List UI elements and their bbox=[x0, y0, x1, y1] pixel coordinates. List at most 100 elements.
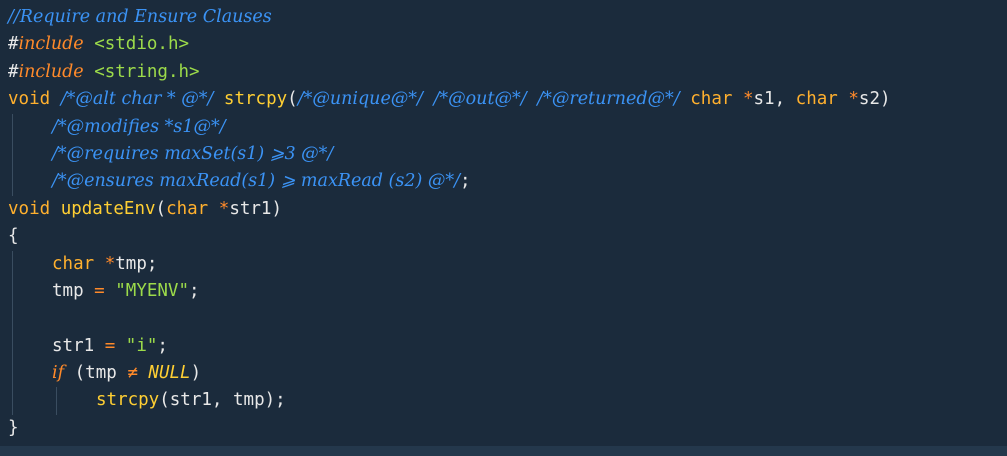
code-line[interactable]: /*@requires maxSet(s1) ⩾3 @*/ bbox=[0, 140, 1007, 169]
indent-guide bbox=[12, 387, 13, 415]
code-token: ; bbox=[189, 280, 200, 301]
code-token: str1 bbox=[229, 198, 272, 219]
indent-guide bbox=[12, 277, 13, 306]
code-token: NULL bbox=[148, 363, 191, 384]
code-token: char bbox=[52, 253, 95, 274]
code-line[interactable]: #include <string.h> bbox=[0, 59, 1007, 86]
code-line[interactable]: { bbox=[0, 223, 1007, 250]
code-line-content: void /*@alt char * @*/ strcpy(/*@unique@… bbox=[8, 89, 891, 109]
code-token: tmp bbox=[85, 363, 117, 384]
code-token: tmp bbox=[115, 253, 147, 274]
code-token: ; bbox=[146, 253, 158, 274]
code-line[interactable]: } bbox=[0, 415, 1007, 442]
code-token: ( bbox=[159, 390, 170, 411]
code-line[interactable]: void updateEnv(char *str1) bbox=[0, 196, 1007, 223]
code-token: //Require and Ensure Clauses bbox=[8, 7, 272, 27]
code-line[interactable]: void /*@alt char * @*/ strcpy(/*@unique@… bbox=[0, 86, 1007, 113]
code-token: ; bbox=[460, 171, 471, 192]
code-token: "MYENV" bbox=[115, 280, 190, 301]
code-token: char bbox=[795, 89, 838, 110]
code-token: ) bbox=[879, 89, 891, 110]
code-token: * bbox=[742, 89, 754, 110]
code-line-content: strcpy(str1, tmp); bbox=[96, 390, 286, 410]
code-token: strcpy bbox=[96, 390, 160, 411]
code-token: str1 bbox=[52, 335, 95, 356]
indent-guide bbox=[12, 113, 13, 141]
code-token: /*@returned@*/ bbox=[537, 89, 680, 110]
code-line-content: tmp = "MYENV"; bbox=[52, 281, 200, 301]
code-token: if bbox=[52, 363, 65, 384]
code-token: # bbox=[8, 34, 19, 55]
code-line-content: /*@ensures maxRead(s1) ⩾ maxRead (s2) @*… bbox=[52, 171, 471, 191]
code-token: } bbox=[8, 417, 19, 438]
code-line[interactable]: #include <stdio.h> bbox=[0, 31, 1007, 58]
code-token: <string.h> bbox=[94, 61, 200, 82]
code-line-content: str1 = "i"; bbox=[52, 336, 168, 356]
code-token: s2 bbox=[858, 89, 880, 110]
code-token: tmp bbox=[52, 280, 84, 301]
code-token: char bbox=[690, 89, 733, 110]
code-line[interactable]: /*@ensures maxRead(s1) ⩾ maxRead (s2) @*… bbox=[0, 168, 1007, 196]
code-line-content: #include <string.h> bbox=[8, 62, 200, 82]
code-token: include bbox=[18, 34, 84, 55]
indent-guide bbox=[56, 387, 57, 415]
indent-guide bbox=[12, 305, 13, 333]
code-token: /*@out@*/ bbox=[433, 89, 527, 110]
code-token: ); bbox=[264, 390, 286, 411]
editor-bottom-bar bbox=[0, 446, 1007, 456]
code-token: strcpy bbox=[223, 89, 288, 110]
code-lines[interactable]: //Require and Ensure Clauses #include <st… bbox=[0, 4, 1007, 442]
code-token: ( bbox=[64, 363, 86, 384]
code-editor[interactable]: //Require and Ensure Clauses #include <st… bbox=[0, 0, 1007, 456]
code-token: include bbox=[18, 61, 84, 82]
code-line-content: if (tmp ≠ NULL) bbox=[52, 363, 201, 383]
code-token: ) bbox=[271, 198, 283, 219]
code-token: * bbox=[848, 89, 859, 110]
code-line[interactable] bbox=[0, 305, 1007, 333]
code-token: /*@requires maxSet(s1) ⩾3 @*/ bbox=[52, 143, 334, 164]
code-line[interactable]: tmp = "MYENV"; bbox=[0, 277, 1007, 306]
code-token: ( bbox=[155, 198, 167, 219]
code-line-content: char *tmp; bbox=[52, 254, 157, 274]
code-line[interactable]: /*@modifies *s1@*/ bbox=[0, 113, 1007, 141]
indent-guide bbox=[12, 168, 13, 196]
code-token: ( bbox=[287, 89, 298, 110]
code-line[interactable]: strcpy(str1, tmp); bbox=[0, 387, 1007, 415]
code-token: str1 bbox=[169, 390, 212, 411]
code-token: , bbox=[774, 89, 796, 110]
code-token: = bbox=[94, 280, 105, 301]
code-line-content: } bbox=[8, 418, 19, 438]
code-token: /*@alt char * @*/ bbox=[60, 89, 214, 110]
code-token: char bbox=[166, 198, 209, 219]
code-token: = bbox=[104, 335, 116, 356]
code-token: , bbox=[211, 390, 233, 411]
code-token: { bbox=[8, 226, 19, 247]
code-line-content: void updateEnv(char *str1) bbox=[8, 199, 282, 219]
code-line[interactable]: //Require and Ensure Clauses bbox=[0, 4, 1007, 31]
code-line[interactable]: if (tmp ≠ NULL) bbox=[0, 360, 1007, 388]
indent-guide bbox=[12, 332, 13, 361]
code-line-content: //Require and Ensure Clauses bbox=[8, 7, 272, 27]
code-line[interactable]: char *tmp; bbox=[0, 250, 1007, 278]
code-line[interactable]: str1 = "i"; bbox=[0, 332, 1007, 361]
indent-guide bbox=[12, 140, 13, 169]
code-token: * bbox=[218, 198, 230, 219]
code-token: void bbox=[8, 198, 51, 219]
code-line-content: /*@requires maxSet(s1) ⩾3 @*/ bbox=[52, 144, 333, 164]
